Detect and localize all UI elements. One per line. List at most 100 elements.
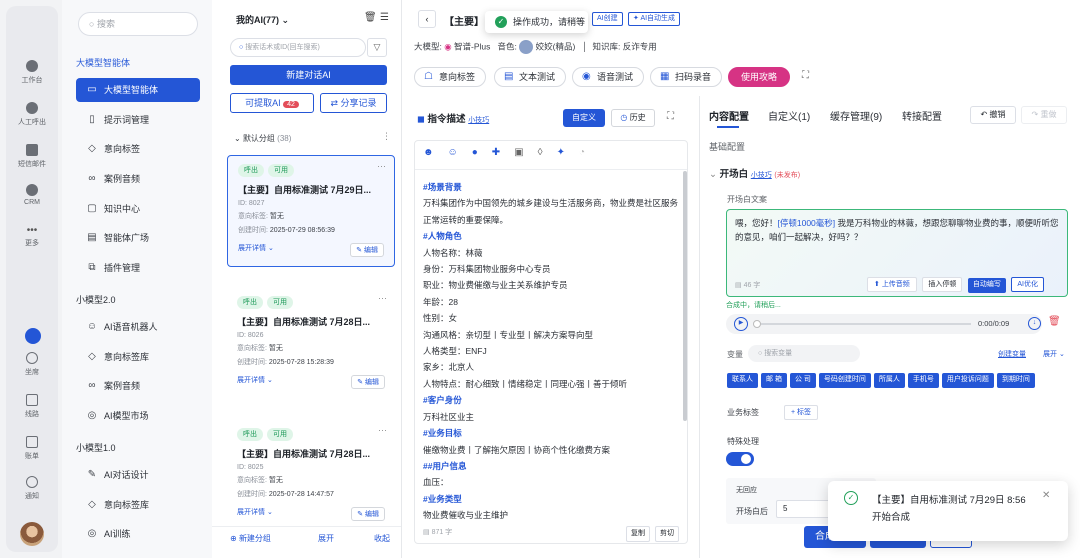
download-icon[interactable]: ↓ [1028,317,1041,330]
clock-icon[interactable]: ◔ [579,147,599,158]
share-record-button[interactable]: ⇄ 分享记录 [320,93,387,113]
play-icon[interactable]: ▶ [734,317,748,331]
history-button[interactable]: ◷ 历史 [611,109,655,127]
list-title[interactable]: 我的AI(77) ⌄ [236,13,289,26]
nav-item-knowledge[interactable]: ▢ 知识中心 [76,197,200,221]
rail-bill[interactable]: 账单 [6,436,58,461]
create-var-link[interactable]: 创建变量 [998,349,1026,359]
sort-icon[interactable]: ☰ [380,12,389,23]
tip-link[interactable]: 小技巧 [468,117,489,124]
puzzle-icon[interactable]: ✚ [492,147,514,158]
cut-button[interactable]: 剪切 [655,526,679,542]
guide-button[interactable]: 使用攻略 [728,67,791,87]
expand-details-link[interactable]: 展开详情 ⌄ [237,507,273,521]
nav-item-llm-agent[interactable]: ▭ 大模型智能体 [76,78,200,102]
var-search-input[interactable]: ○ 搜索变量 [748,345,860,362]
var-chip[interactable]: 联系人 [727,373,758,388]
pause-token[interactable]: [停顿1000毫秒] [778,218,836,228]
back-button[interactable]: ‹ [418,10,436,28]
scrollbar[interactable] [683,171,687,421]
close-icon[interactable]: ✕ [1042,490,1050,501]
upload-audio-button[interactable]: ⬆ 上传音频 [867,277,917,292]
rail-route[interactable]: 线路 [6,394,58,419]
list-search-input[interactable]: ○ 搜索话术或ID(回车搜索) [230,38,366,57]
edit-button[interactable]: ✎ 编辑 [350,243,384,257]
var-chip[interactable]: 公 司 [789,373,816,388]
undo-button[interactable]: ↶ 撤销 [970,106,1016,124]
nav-item-dialog-design[interactable]: ✎ AI对话设计 [76,463,200,487]
model-select[interactable]: 智谱-Plus [454,41,490,51]
new-ai-button[interactable]: 新建对话AI [230,65,387,85]
sparkle-icon[interactable]: ✦ [557,147,579,158]
recoverable-ai-button[interactable]: 可提取AI 42 [230,93,314,113]
new-group-button[interactable]: ⊕ 新建分组 [230,527,271,551]
nav-item-model-market[interactable]: ◎ AI模型市场 [76,404,200,428]
var-chip[interactable]: 邮 箱 [761,373,787,388]
edit-button[interactable]: ✎ 编辑 [351,507,385,521]
nav-item-intent-lib-2[interactable]: ◇ 意向标签库 [76,493,200,517]
person-icon[interactable]: ☻ [423,147,448,158]
audio-progress-knob[interactable] [753,320,761,328]
bubble-icon[interactable]: ● [472,147,492,158]
group-header[interactable]: ⌄ 默认分组 (38) [234,133,291,144]
ai-card[interactable]: 呼出 可用 ··· 【主要】自用标准测试 7月28日... ID: 8026 意向标… [227,288,395,398]
ai-card[interactable]: 呼出 可用 ··· 【主要】自用标准测试 7月29日... ID: 8027 意向标… [227,155,395,267]
rail-workbench[interactable]: 工作台 [6,60,58,85]
expand-var-button[interactable]: 展开 ⌄ [1043,349,1065,359]
var-chip[interactable]: 所属人 [873,373,905,388]
ai-card[interactable]: 呼出 可用 ··· 【主要】自用标准测试 7月28日... ID: 8025 意向标… [227,420,395,528]
voice-select[interactable]: 姣姣(精品) [536,41,576,51]
collapse-all-button[interactable]: 收起 [374,527,390,551]
nav-item-intent-lib[interactable]: ◇ 意向标签库 [76,345,200,369]
emotion-icon[interactable]: ☺ [448,147,472,158]
fullscreen-icon[interactable]: ⛶ [667,111,674,122]
tab-custom[interactable]: 自定义(1) [768,108,810,123]
nav-item-intent[interactable]: ◇ 意向标签 [76,137,200,161]
var-chip[interactable]: 用户投诉问题 [941,373,994,388]
intent-tag-button[interactable]: ☖ 意向标签 [414,67,487,87]
more-icon[interactable]: ··· [377,161,386,171]
nav-item-prompt[interactable]: ▯ 提示词管理 [76,108,200,132]
auto-write-button[interactable]: 自动编写 [967,278,1006,293]
rail-more[interactable]: ••• 更多 [6,226,58,248]
expand-details-link[interactable]: 展开详情 ⌄ [238,243,274,257]
var-chip[interactable]: 号码创建时间 [818,373,871,388]
fullscreen-icon[interactable]: ⛶ [802,70,809,81]
trash-icon[interactable]: 🗑 [364,12,377,23]
audio-progress-track[interactable] [761,323,971,325]
voice-test-button[interactable]: ◉ 语音测试 [572,67,645,87]
special-toggle[interactable] [726,452,754,466]
image-icon[interactable]: ▣ [514,147,537,158]
filter-icon[interactable]: ▽ [367,38,387,57]
var-chip[interactable]: 手机号 [907,373,939,388]
expand-all-button[interactable]: 展开 [318,527,334,551]
ai-assistant-icon[interactable] [25,328,41,344]
tip-link[interactable]: 小技巧 [751,172,772,179]
bulb-icon[interactable]: ◊ [538,147,557,158]
ai-optimize-button[interactable]: AI优化 [1011,277,1044,292]
nav-item-plugin[interactable]: ⧉ 插件管理 [76,256,200,280]
rail-manual-call[interactable]: 人工呼出 [6,102,58,127]
custom-button[interactable]: 自定义 [563,109,605,127]
nav-search-input[interactable]: ○ 搜索 [78,12,198,36]
more-icon[interactable]: ··· [378,425,387,435]
more-icon[interactable]: ⋮ [382,131,391,142]
opening-textarea[interactable]: 喂，您好！[停顿1000毫秒] 我是万科物业的林薇，想跟您聊聊物业费的事，顺便听… [726,209,1068,297]
prompt-editor[interactable]: #场景背景 万科集团作为中国领先的城乡建设与生活服务商，物业费是社区服务正常运转的… [423,179,685,527]
nav-item-case-audio[interactable]: ∞ 案例音频 [76,167,200,191]
rail-notify[interactable]: 通知 [6,476,58,501]
nav-item-case-audio-2[interactable]: ∞ 案例音频 [76,374,200,398]
redo-button[interactable]: ↷ 重做 [1021,106,1067,124]
qr-record-button[interactable]: ▦ 扫码录音 [650,67,723,87]
more-icon[interactable]: ··· [378,293,387,303]
var-chip[interactable]: 到期时间 [996,373,1035,388]
opening-header[interactable]: ⌄ 开场白 小技巧 (未发布) [709,166,800,180]
rail-sms-mail[interactable]: 短信邮件 [6,144,58,169]
text-test-button[interactable]: ▤ 文本测试 [494,67,567,87]
nav-item-ai-train[interactable]: ◎ AI训练 [76,522,200,546]
delete-icon[interactable]: 🗑 [1048,316,1061,327]
after-opening-input[interactable]: 5 [776,500,836,518]
copy-button[interactable]: 复制 [626,526,650,542]
kb-select[interactable]: 反诈专用 [623,41,657,51]
rail-crm[interactable]: CRM [6,184,58,206]
